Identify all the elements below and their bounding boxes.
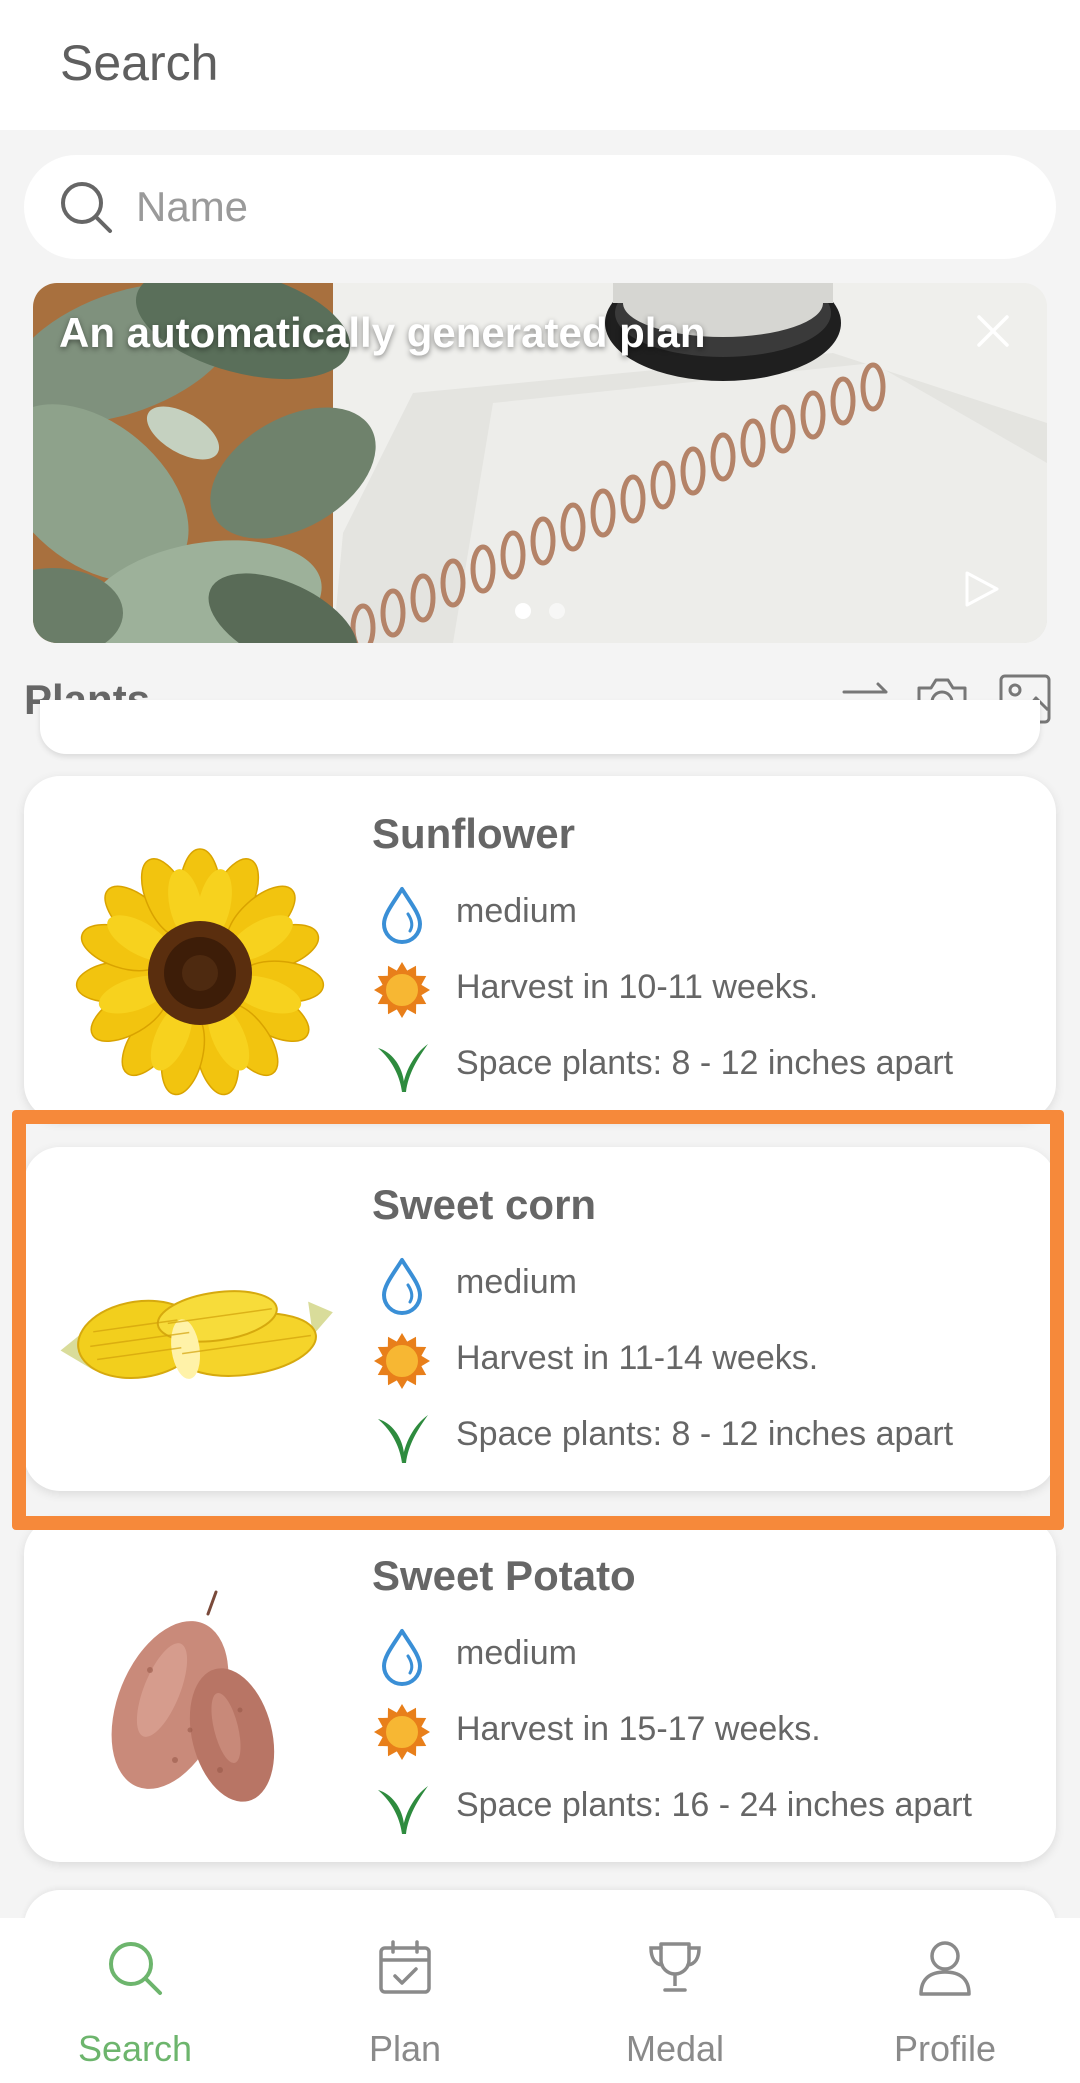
water-row: medium	[372, 1255, 1052, 1315]
spacing-row: Space plants: 8 - 12 inches apart	[372, 1407, 1052, 1467]
water-drop-icon	[382, 1629, 422, 1686]
water-value: medium	[456, 1634, 577, 1672]
spacing-text: Space plants: 8 - 12 inches apart	[456, 1415, 954, 1453]
nav-label: Search	[77, 2028, 193, 2069]
promo-banner[interactable]: An automatically generated plan	[33, 283, 1047, 643]
page-title: Search	[60, 35, 219, 91]
nav-plan[interactable]: Plan	[270, 1918, 540, 2083]
sun-icon	[374, 962, 430, 1018]
spacing-row: Space plants: 16 - 24 inches apart	[372, 1778, 1052, 1838]
bottom-nav: Search Plan Medal Profile	[0, 1918, 1080, 2083]
plant-card-sweet-potato[interactable]: Sweet Potato medium Harvest in 15-17 wee…	[24, 1518, 1056, 1862]
nav-label: Plan	[368, 2028, 442, 2069]
water-row: medium	[372, 884, 1052, 944]
water-row: medium	[372, 1626, 1052, 1686]
nav-label: Medal	[625, 2028, 725, 2069]
plant-image	[111, 1590, 275, 1802]
spacing-text: Space plants: 16 - 24 inches apart	[456, 1786, 972, 1824]
sprout-icon	[378, 1044, 428, 1092]
search-icon	[109, 1942, 162, 1995]
person-icon	[919, 1941, 971, 1996]
harvest-text: Harvest in 10-11 weeks.	[456, 968, 819, 1006]
water-drop-icon	[382, 1258, 422, 1315]
plant-name: Sweet corn	[372, 1181, 597, 1228]
sprout-icon	[378, 1415, 428, 1463]
close-icon[interactable]	[973, 311, 1013, 351]
harvest-row: Harvest in 10-11 weeks.	[372, 960, 1052, 1020]
trophy-icon	[649, 1942, 701, 1992]
search-field[interactable]	[24, 155, 1056, 259]
spacing-text: Space plants: 8 - 12 inches apart	[456, 1044, 954, 1082]
plant-image	[60, 1290, 333, 1380]
plant-name: Sunflower	[372, 810, 576, 857]
water-value: medium	[456, 1263, 577, 1301]
water-value: medium	[456, 892, 577, 930]
app-bar: Search	[0, 0, 1080, 130]
nav-profile[interactable]: Profile	[810, 1918, 1080, 2083]
banner-title: An automatically generated plan	[59, 309, 706, 356]
sun-icon	[374, 1704, 430, 1760]
nav-search[interactable]: Search	[0, 1918, 270, 2083]
water-drop-icon	[382, 887, 422, 944]
list-item-partial	[40, 700, 1040, 754]
harvest-row: Harvest in 15-17 weeks.	[372, 1702, 1052, 1762]
carousel-dots	[33, 603, 1047, 619]
calendar-icon	[379, 1940, 431, 1994]
search-icon	[61, 182, 112, 233]
sun-icon	[374, 1333, 430, 1389]
plant-name: Sweet Potato	[372, 1552, 636, 1599]
plant-card-sunflower[interactable]: Sunflower medium Harvest in 10-11 weeks.…	[24, 776, 1056, 1120]
plant-card-sweet-corn[interactable]: Sweet corn medium Harvest in 11-14 weeks…	[24, 1147, 1056, 1491]
spacing-row: Space plants: 8 - 12 inches apart	[372, 1036, 1052, 1096]
nav-label: Profile	[893, 2028, 997, 2069]
carousel-dot[interactable]	[515, 603, 531, 619]
nav-medal[interactable]: Medal	[540, 1918, 810, 2083]
carousel-dot[interactable]	[549, 603, 565, 619]
harvest-text: Harvest in 11-14 weeks.	[456, 1339, 819, 1377]
search-input[interactable]	[136, 173, 1016, 241]
harvest-row: Harvest in 11-14 weeks.	[372, 1331, 1052, 1391]
sprout-icon	[378, 1786, 428, 1834]
plant-image	[75, 848, 325, 1096]
harvest-text: Harvest in 15-17 weeks.	[456, 1710, 821, 1748]
